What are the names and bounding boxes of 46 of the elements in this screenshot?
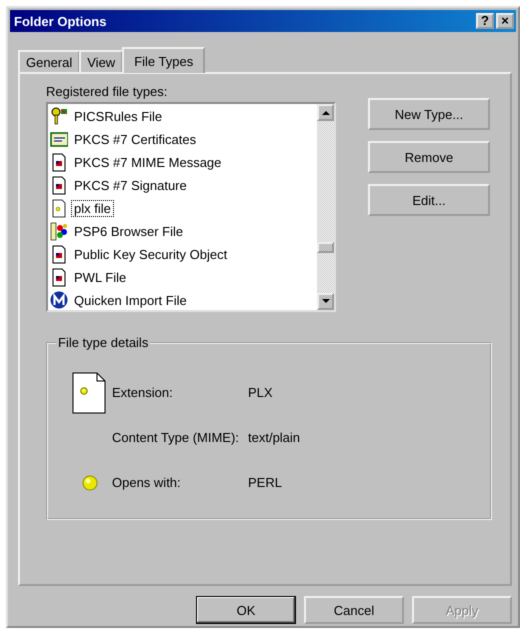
help-button[interactable]: ? — [476, 13, 494, 29]
dialog-button[interactable]: OK — [196, 596, 296, 624]
list-item[interactable]: plx file — [71, 200, 114, 217]
list-item[interactable]: PSP6 Browser File — [71, 223, 186, 240]
list-item[interactable]: Public Key Security Object — [71, 246, 230, 263]
list-label: Registered file types: — [46, 84, 168, 99]
list-item[interactable]: Quicken Import File — [71, 292, 190, 309]
action-button[interactable]: Remove — [368, 141, 490, 173]
document-icon — [50, 176, 68, 195]
group-title: File type details — [56, 335, 150, 350]
dialog-button[interactable]: Cancel — [304, 596, 404, 624]
document-icon — [50, 153, 68, 172]
scroll-up-button[interactable] — [317, 104, 334, 121]
scrollbar[interactable] — [317, 104, 334, 310]
scroll-thumb[interactable] — [317, 242, 334, 253]
scroll-down-button[interactable] — [317, 293, 334, 310]
ball-icon — [80, 473, 98, 492]
list-item[interactable]: PICSRules File — [71, 108, 166, 125]
up-arrow-icon — [322, 110, 330, 115]
tab[interactable]: File Types — [122, 47, 206, 73]
detail-value: PLX — [248, 385, 274, 400]
down-arrow-icon — [322, 299, 330, 304]
tab[interactable]: View — [79, 50, 124, 72]
list-item[interactable]: PKCS #7 Signature — [71, 177, 190, 194]
file-type-list[interactable]: PICSRules File PKCS #7 Certificates PKCS #7 MIME Message PKCS #7 Signature plx file PSP6 Browser File Public Key Security Object PWL File Quicken Import File — [46, 102, 336, 312]
palette-icon — [50, 222, 68, 241]
detail-label: Content Type (MIME): — [112, 430, 240, 445]
document-icon — [72, 372, 106, 414]
tab[interactable]: General — [18, 50, 80, 72]
document-icon — [50, 199, 68, 218]
key-icon — [50, 107, 68, 126]
list-item[interactable]: PKCS #7 MIME Message — [71, 154, 224, 171]
document-icon — [50, 268, 68, 287]
close-button[interactable]: × — [496, 13, 514, 29]
document-icon — [50, 245, 68, 264]
detail-label: Extension: — [112, 385, 174, 400]
list-item[interactable]: PWL File — [71, 269, 130, 286]
detail-value: text/plain — [248, 430, 302, 445]
action-button[interactable]: New Type... — [368, 98, 490, 130]
window-title: Folder Options — [14, 14, 106, 28]
certificate-icon — [50, 130, 68, 149]
list-item[interactable]: PKCS #7 Certificates — [71, 131, 200, 148]
letter-badge-icon — [50, 291, 68, 310]
detail-label: Opens with: — [112, 475, 182, 490]
action-button[interactable]: Edit... — [368, 184, 490, 216]
detail-value: PERL — [248, 475, 283, 490]
